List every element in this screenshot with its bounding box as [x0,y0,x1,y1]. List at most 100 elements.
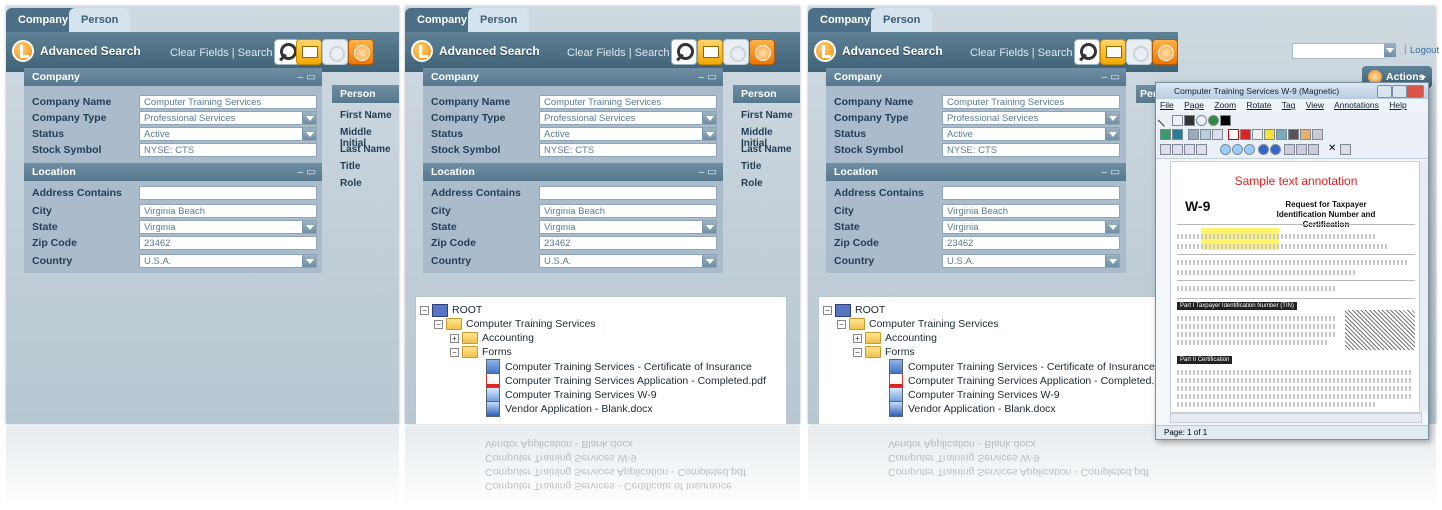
rotate-left-icon[interactable] [1258,144,1269,155]
document-page[interactable]: Sample text annotation W-9 Request for T… [1170,161,1422,413]
close-icon[interactable] [1406,85,1424,98]
copy-icon[interactable] [1188,129,1199,140]
clear-fields-link[interactable]: Clear Fields [970,47,1029,59]
person-field-middle-initial[interactable]: Middle Initial [340,127,399,149]
collapse-icon[interactable]: − [853,347,862,357]
chevron-down-icon[interactable] [1105,255,1119,267]
font-icon[interactable] [1252,129,1263,140]
country-select[interactable]: U.S.A. [942,254,1120,268]
chevron-down-icon[interactable] [702,255,716,267]
options-icon[interactable] [1152,39,1178,65]
related-icon[interactable] [723,39,749,65]
clear-fields-link[interactable]: Clear Fields [567,47,626,59]
person-field-role[interactable]: Role [340,178,399,195]
city-input[interactable]: Virginia Beach [539,204,717,218]
search-link[interactable]: Search [635,47,670,59]
minimize-icon[interactable] [1377,85,1392,98]
rotate-right-icon[interactable] [1270,144,1281,155]
chevron-down-icon[interactable] [302,112,316,124]
tree-file[interactable]: Computer Training Services Application -… [889,373,1169,389]
menu-annotations[interactable]: Annotations [1334,100,1379,110]
highlighter-icon[interactable] [1264,129,1275,140]
menu-page[interactable]: Page [1184,100,1204,110]
thumbnails-icon[interactable] [1284,144,1295,155]
eraser-icon[interactable] [1276,129,1287,140]
delete-icon[interactable]: ✕ [1328,144,1337,154]
chevron-down-icon[interactable] [702,128,716,140]
company-type-select[interactable]: Professional Services [942,111,1120,125]
city-input[interactable]: Virginia Beach [139,204,317,218]
state-select[interactable]: Virginia [942,220,1120,234]
person-field-title[interactable]: Title [741,161,800,178]
search-link[interactable]: Search [1038,47,1073,59]
ellipse-tool-icon[interactable] [1196,115,1207,126]
company-name-input[interactable]: Computer Training Services [539,95,717,109]
section-controls[interactable]: – ▭ [1101,68,1120,86]
menu-rotate[interactable]: Rotate [1246,100,1271,110]
search-icon[interactable] [671,39,697,65]
filled-rectangle-tool-icon[interactable] [1184,115,1195,126]
tree-node-root[interactable]: − ROOT [823,303,885,317]
company-name-input[interactable]: Computer Training Services [942,95,1120,109]
tree-file[interactable]: Computer Training Services W-9 [889,387,1060,403]
black-fill-icon[interactable] [1220,115,1231,126]
zoom-in-icon[interactable] [1220,144,1231,155]
tree-node-company[interactable]: − Computer Training Services [434,317,596,331]
section-controls[interactable]: – ▭ [698,163,717,181]
country-select[interactable]: U.S.A. [139,254,317,268]
related-icon[interactable] [1126,39,1152,65]
rectangle-tool-icon[interactable] [1172,115,1183,126]
quick-search-input[interactable] [1292,43,1386,59]
vertical-scrollbar[interactable] [1419,161,1428,411]
search-icon[interactable] [1074,39,1100,65]
horizontal-scrollbar[interactable] [1170,413,1422,423]
zip-input[interactable]: 23462 [139,236,317,250]
section-controls[interactable]: – ▭ [698,68,717,86]
expand-icon[interactable]: + [450,333,459,343]
save-icon[interactable] [1308,144,1319,155]
hand-icon[interactable] [1300,129,1311,140]
company-type-select[interactable]: Professional Services [139,111,317,125]
country-select[interactable]: U.S.A. [539,254,717,268]
address-input[interactable] [942,186,1120,200]
collapse-icon[interactable]: − [450,347,459,357]
first-page-icon[interactable] [1160,144,1171,155]
chevron-down-icon[interactable] [302,221,316,233]
monitor-icon[interactable] [697,39,723,65]
stock-symbol-input[interactable]: NYSE: CTS [139,143,317,157]
zoom-out-icon[interactable] [1232,144,1243,155]
zip-input[interactable]: 23462 [539,236,717,250]
company-type-select[interactable]: Professional Services [539,111,717,125]
tree-file[interactable]: Computer Training Services W-9 [486,387,657,403]
tab-person[interactable]: Person [69,8,131,32]
state-select[interactable]: Virginia [539,220,717,234]
expand-icon[interactable]: + [853,333,862,343]
tree-node-root[interactable]: − ROOT [420,303,482,317]
maximize-icon[interactable] [1392,85,1407,98]
chevron-down-icon[interactable] [1105,128,1119,140]
address-input[interactable] [139,186,317,200]
zip-input[interactable]: 23462 [942,236,1120,250]
lock-icon[interactable] [1340,144,1351,155]
company-name-input[interactable]: Computer Training Services [139,95,317,109]
chevron-down-icon[interactable] [302,255,316,267]
tree-node-accounting[interactable]: + Accounting [450,331,534,345]
tree-file[interactable]: Computer Training Services - Certificate… [889,359,1155,375]
print-icon[interactable] [1312,129,1323,140]
chevron-down-icon[interactable] [1105,112,1119,124]
chevron-down-icon[interactable] [702,221,716,233]
next-page-icon[interactable] [1184,144,1195,155]
tree-node-forms[interactable]: − Forms [450,345,512,359]
stock-symbol-input[interactable]: NYSE: CTS [539,143,717,157]
pen-icon[interactable] [1288,129,1299,140]
tree-node-company[interactable]: − Computer Training Services [837,317,999,331]
person-field-role[interactable]: Role [741,178,800,195]
line-tool-icon[interactable] [1157,113,1172,127]
tree-file[interactable]: Vendor Application - Blank.docx [889,401,1056,417]
stock-symbol-input[interactable]: NYSE: CTS [942,143,1120,157]
city-input[interactable]: Virginia Beach [942,204,1120,218]
menu-tag[interactable]: Tag [1282,100,1296,110]
person-field-last-name[interactable]: Last Name [340,144,399,161]
clear-fields-link[interactable]: Clear Fields [170,47,229,59]
filled-ellipse-tool-icon[interactable] [1208,115,1219,126]
